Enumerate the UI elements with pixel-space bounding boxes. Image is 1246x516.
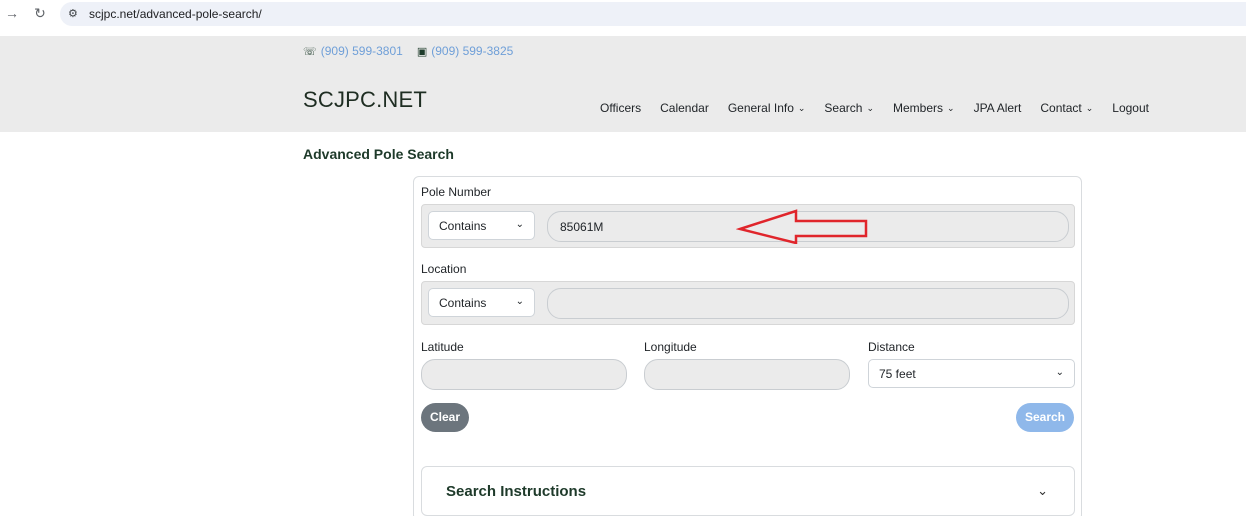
address-bar[interactable]: ⚙ scjpc.net/advanced-pole-search/ [60, 2, 1246, 26]
contact-line: ☏ (909) 599-3801 ▣ (909) 599-3825 [303, 44, 513, 58]
chevron-down-icon: ⌄ [1085, 102, 1094, 113]
phone-number[interactable]: (909) 599-3801 [321, 44, 403, 58]
url-text: scjpc.net/advanced-pole-search/ [89, 7, 262, 21]
chevron-down-icon: ⌄ [947, 102, 955, 113]
nav-contact[interactable]: Contact ⌄ [1040, 100, 1093, 116]
search-button[interactable]: Search [1016, 403, 1074, 432]
site-header: ☏ (909) 599-3801 ▣ (909) 599-3825 SCJPC.… [0, 36, 1246, 132]
pole-number-match-select[interactable]: Contains ⌄ [428, 211, 535, 240]
chevron-down-icon: ⌄ [1055, 367, 1064, 378]
longitude-input[interactable] [644, 359, 850, 390]
chevron-down-icon: ⌄ [515, 219, 524, 230]
location-row: Contains ⌄ [421, 281, 1075, 325]
longitude-label: Longitude [644, 340, 697, 354]
nav-officers[interactable]: Officers [600, 100, 641, 116]
browser-toolbar: → ↻ ⚙ scjpc.net/advanced-pole-search/ [0, 0, 1246, 28]
nav-members[interactable]: Members ⌄ [893, 100, 955, 116]
latitude-input[interactable] [421, 359, 627, 390]
chevron-down-icon: ⌄ [1037, 483, 1048, 498]
annotation-arrow-shape [736, 209, 868, 244]
phone-icon: ☏ [303, 45, 317, 58]
location-input[interactable] [547, 288, 1069, 319]
site-info-icon[interactable]: ⚙ [68, 6, 78, 22]
fax-icon: ▣ [416, 45, 428, 58]
distance-label: Distance [868, 340, 915, 354]
latitude-label: Latitude [421, 340, 464, 354]
main-nav: Officers Calendar General Info ⌄ Search ⌄ … [600, 100, 1149, 116]
chevron-down-icon: ⌄ [866, 102, 874, 113]
reload-icon[interactable]: ↻ [32, 5, 48, 21]
pole-number-label: Pole Number [421, 185, 492, 199]
nav-general-info[interactable]: General Info ⌄ [728, 100, 806, 116]
location-label: Location [421, 262, 467, 276]
chevron-down-icon: ⌄ [515, 296, 524, 307]
site-brand[interactable]: SCJPC.NET [303, 87, 427, 113]
clear-button[interactable]: Clear [421, 403, 469, 432]
location-match-select[interactable]: Contains ⌄ [428, 288, 535, 317]
search-instructions-title: Search Instructions [446, 483, 587, 500]
forward-arrow-icon[interactable]: → [4, 5, 20, 21]
search-instructions-accordion[interactable]: Search Instructions ⌄ [421, 466, 1075, 516]
nav-search[interactable]: Search ⌄ [824, 100, 874, 116]
nav-logout[interactable]: Logout [1112, 100, 1149, 116]
page-title: Advanced Pole Search [303, 146, 454, 162]
fax-number[interactable]: (909) 599-3825 [431, 44, 513, 58]
chevron-down-icon: ⌄ [797, 102, 806, 113]
annotation-arrow-icon [736, 209, 868, 244]
nav-jpa-alert[interactable]: JPA Alert [974, 100, 1022, 116]
nav-calendar[interactable]: Calendar [660, 100, 709, 116]
distance-select[interactable]: 75 feet ⌄ [868, 359, 1075, 388]
